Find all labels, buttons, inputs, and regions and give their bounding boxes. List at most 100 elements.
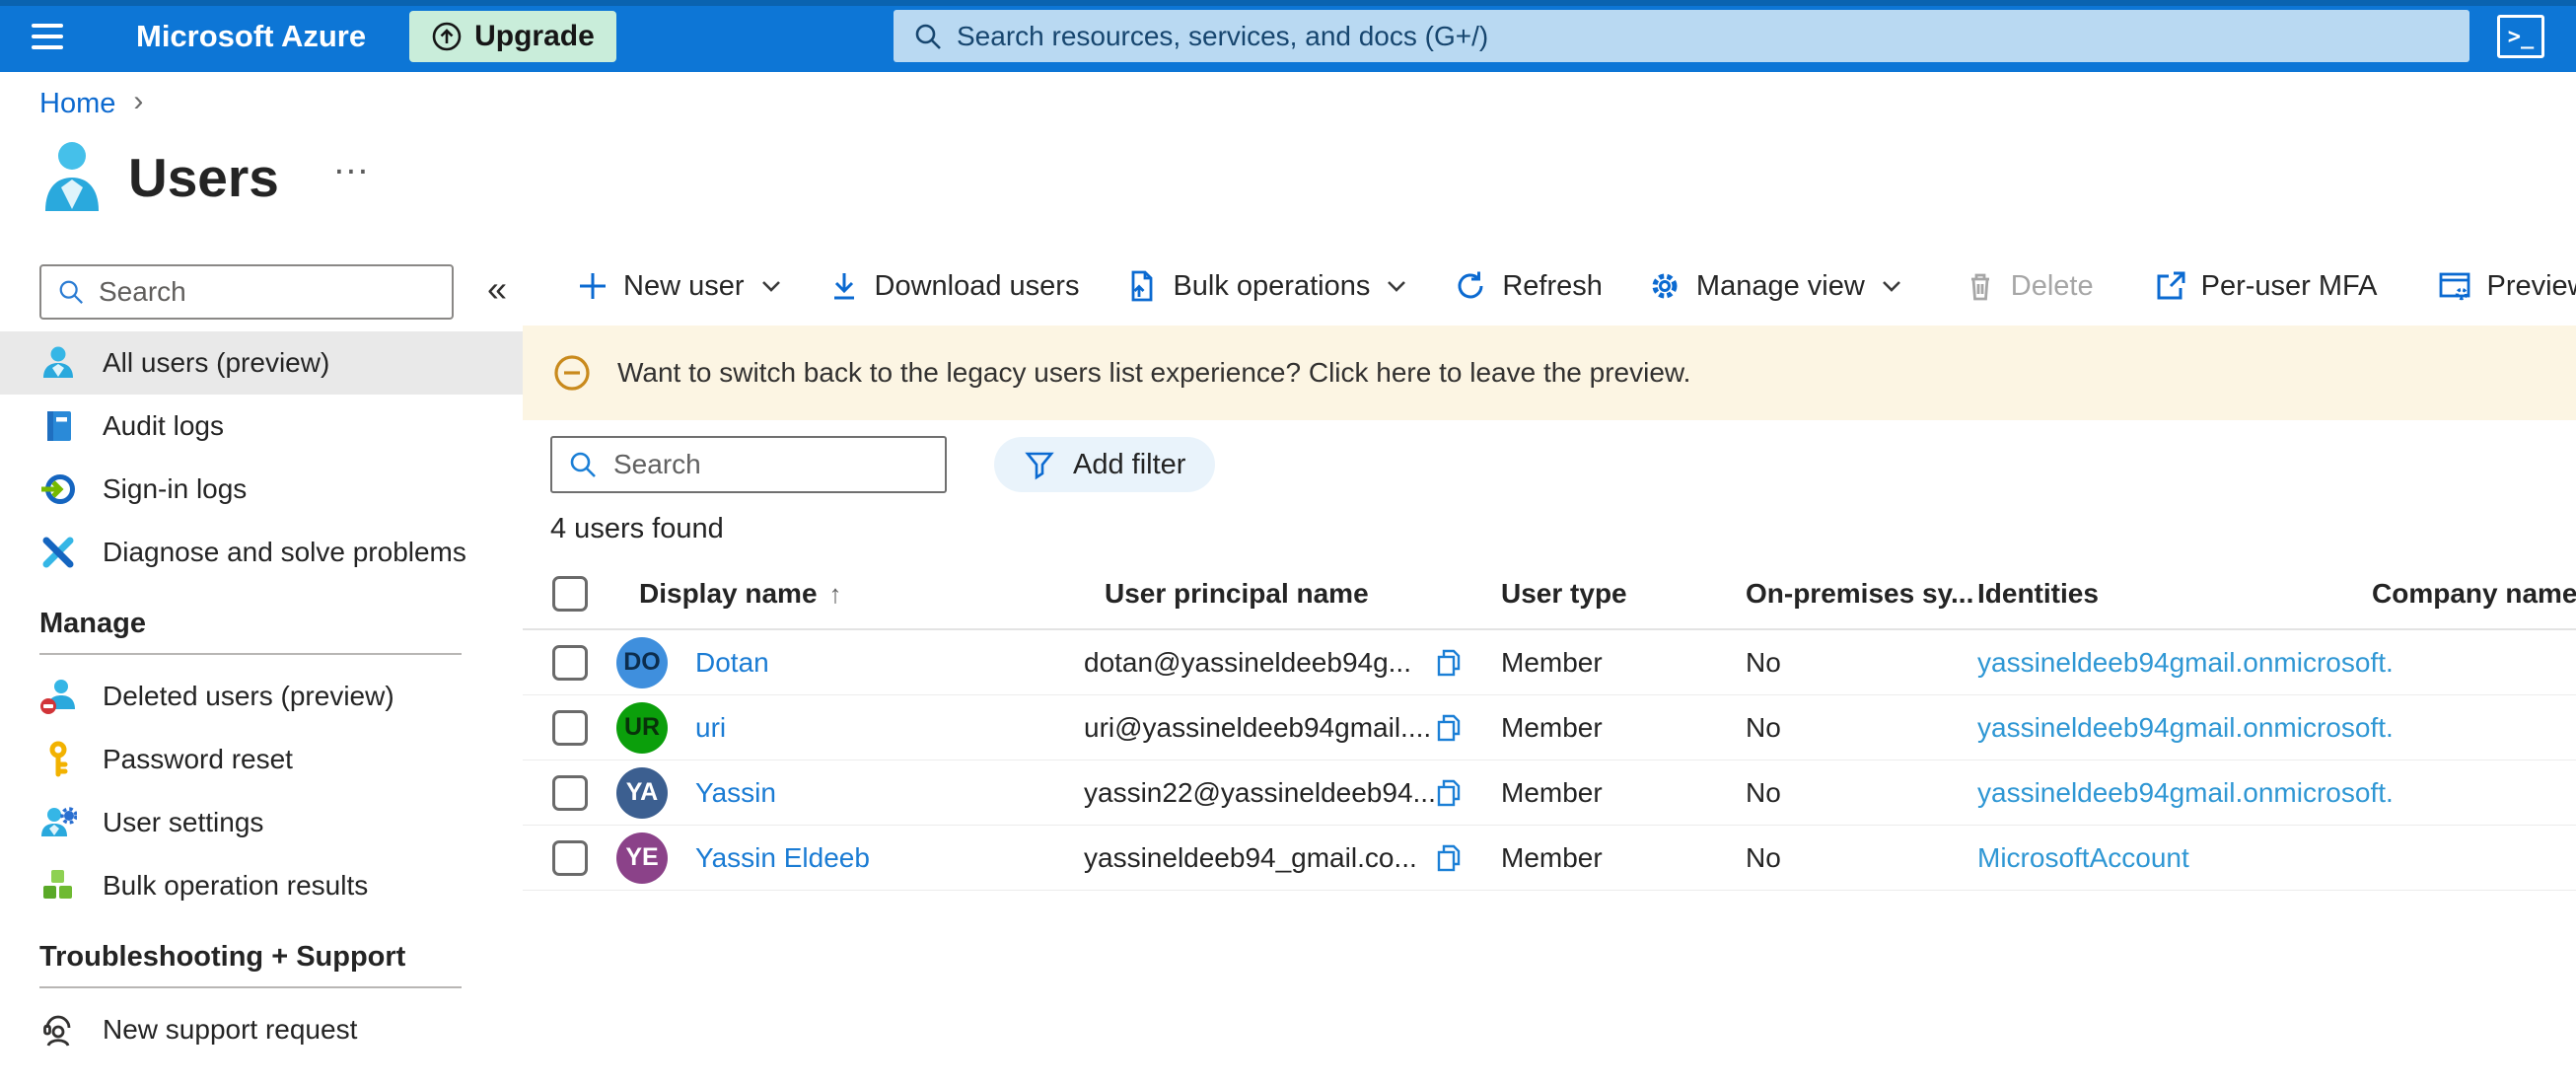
headset-icon	[43, 1015, 71, 1047]
refresh-icon	[1458, 271, 1483, 299]
book-icon	[47, 411, 71, 441]
person-gear-icon	[41, 807, 77, 836]
upgrade-arrow-icon	[432, 22, 462, 50]
identities-link[interactable]: yassineldeeb94gmail.onmicrosoft.	[1977, 712, 2394, 743]
banner-message[interactable]: Want to switch back to the legacy users …	[617, 357, 1690, 389]
upn-cell: uri@yassineldeeb94gmail....	[1084, 711, 1432, 743]
column-user-type: User type	[1501, 578, 1627, 609]
upn-cell: yassin22@yassineldeeb94...	[1084, 776, 1435, 808]
chevron-right-icon: ›	[133, 85, 144, 117]
sidebar-item-label: Audit logs	[103, 410, 224, 441]
on-premises-cell: No	[1746, 841, 1781, 873]
copy-icon[interactable]	[1435, 648, 1465, 678]
delete-button[interactable]: Delete	[1942, 256, 2116, 316]
column-company-name: Company name	[2372, 578, 2576, 609]
copy-icon[interactable]	[1435, 713, 1465, 743]
hamburger-menu-button[interactable]	[32, 15, 75, 58]
on-premises-cell: No	[1746, 776, 1781, 808]
select-all-checkbox[interactable]	[552, 576, 588, 612]
copy-icon[interactable]	[1435, 843, 1465, 873]
user-type-cell: Member	[1501, 776, 1603, 808]
command-bar: New user Download users Bulk operations	[523, 247, 2576, 326]
sidebar-search-input[interactable]	[99, 276, 436, 308]
cloud-shell-icon[interactable]: >_	[2497, 15, 2544, 58]
table-row: YA Yassin yassin22@yassineldeeb94... Mem…	[523, 760, 2576, 826]
collapse-sidebar-icon[interactable]: «	[487, 268, 507, 310]
divider	[39, 653, 462, 655]
bulk-operations-button[interactable]: Bulk operations	[1102, 256, 1431, 316]
display-name-link[interactable]: Yassin Eldeeb	[695, 842, 870, 874]
refresh-button[interactable]: Refresh	[1431, 256, 1625, 316]
divider	[39, 986, 462, 988]
display-name-link[interactable]: Dotan	[695, 647, 769, 679]
search-icon	[570, 452, 596, 477]
preview-features-button[interactable]: Preview features	[2415, 256, 2576, 316]
page-header: Users …	[39, 138, 373, 217]
on-premises-cell: No	[1746, 646, 1781, 678]
page-title: Users	[128, 147, 279, 208]
sidebar-item-label: Diagnose and solve problems	[103, 537, 466, 567]
column-identities: Identities	[1977, 578, 2099, 609]
row-checkbox[interactable]	[552, 709, 588, 746]
column-on-premises: On-premises sy...	[1746, 578, 1972, 609]
plus-icon	[580, 273, 606, 299]
display-name-link[interactable]: uri	[695, 712, 726, 744]
on-premises-cell: No	[1746, 711, 1781, 743]
table-search	[550, 436, 947, 493]
identities-link[interactable]: yassineldeeb94gmail.onmicrosoft.	[1977, 777, 2394, 808]
breadcrumb: Home ›	[39, 85, 144, 120]
new-user-button[interactable]: New user	[554, 256, 806, 316]
identities-link[interactable]: yassineldeeb94gmail.onmicrosoft.	[1977, 647, 2394, 678]
external-link-icon	[2157, 271, 2185, 300]
sidebar-item-sign-in-logs[interactable]: Sign-in logs	[0, 458, 523, 521]
sidebar-item-deleted-users[interactable]: Deleted users (preview)	[0, 665, 523, 728]
table-row: DO Dotan dotan@yassineldeeb94g... Member…	[523, 630, 2576, 695]
sidebar-item-bulk-results[interactable]: Bulk operation results	[0, 854, 523, 917]
sidebar-item-all-users[interactable]: All users (preview)	[0, 331, 523, 395]
per-user-mfa-button[interactable]: Per-user MFA	[2132, 256, 2400, 316]
download-users-button[interactable]: Download users	[806, 256, 1103, 316]
column-display-name[interactable]: Display name ↑	[616, 578, 1080, 610]
chevron-down-icon	[1388, 281, 1406, 292]
person-icon	[43, 346, 73, 378]
user-type-cell: Member	[1501, 646, 1603, 678]
identities-link[interactable]: MicrosoftAccount	[1977, 842, 2189, 873]
sidebar-item-label: All users (preview)	[103, 347, 330, 378]
sort-ascending-icon: ↑	[828, 578, 842, 609]
sidebar-item-user-settings[interactable]: User settings	[0, 791, 523, 854]
sidebar-item-label: Bulk operation results	[103, 870, 369, 901]
trash-icon	[1970, 273, 1989, 301]
table-row: YE Yassin Eldeeb yassineldeeb94_gmail.co…	[523, 826, 2576, 891]
breadcrumb-home-link[interactable]: Home	[39, 88, 115, 120]
table-header-row: Display name ↑ User principal name User …	[523, 559, 2576, 630]
sidebar-item-label: Password reset	[103, 744, 293, 774]
sidebar-item-label: New support request	[103, 1014, 358, 1045]
upgrade-label: Upgrade	[474, 19, 595, 52]
user-type-cell: Member	[1501, 841, 1603, 873]
avatar: YE	[616, 832, 668, 884]
row-checkbox[interactable]	[552, 839, 588, 876]
users-page-icon	[45, 142, 99, 211]
row-checkbox[interactable]	[552, 774, 588, 811]
sidebar: « All users (preview) Audit logs	[0, 247, 523, 1061]
upgrade-button[interactable]: Upgrade	[409, 10, 616, 62]
row-checkbox[interactable]	[552, 644, 588, 681]
sidebar-item-diagnose[interactable]: Diagnose and solve problems	[0, 521, 523, 584]
page-overflow-button[interactable]: …	[332, 141, 373, 183]
add-filter-button[interactable]: Add filter	[994, 437, 1216, 492]
sidebar-item-audit-logs[interactable]: Audit logs	[0, 395, 523, 458]
gear-icon	[1652, 273, 1678, 299]
bulk-operations-icon	[1132, 270, 1153, 302]
download-icon	[833, 273, 854, 300]
manage-view-button[interactable]: Manage view	[1625, 256, 1926, 316]
sidebar-section-troubleshooting: Troubleshooting + Support	[39, 940, 406, 973]
display-name-link[interactable]: Yassin	[695, 777, 776, 809]
table-search-input[interactable]	[613, 449, 929, 480]
sidebar-item-new-support-request[interactable]: New support request	[0, 998, 523, 1061]
global-search-input[interactable]	[957, 20, 2469, 52]
preview-features-icon	[2440, 272, 2470, 301]
hamburger-icon	[32, 23, 63, 28]
sidebar-item-password-reset[interactable]: Password reset	[0, 728, 523, 791]
top-bar: Microsoft Azure Upgrade >_	[0, 0, 2576, 72]
copy-icon[interactable]	[1435, 778, 1465, 808]
